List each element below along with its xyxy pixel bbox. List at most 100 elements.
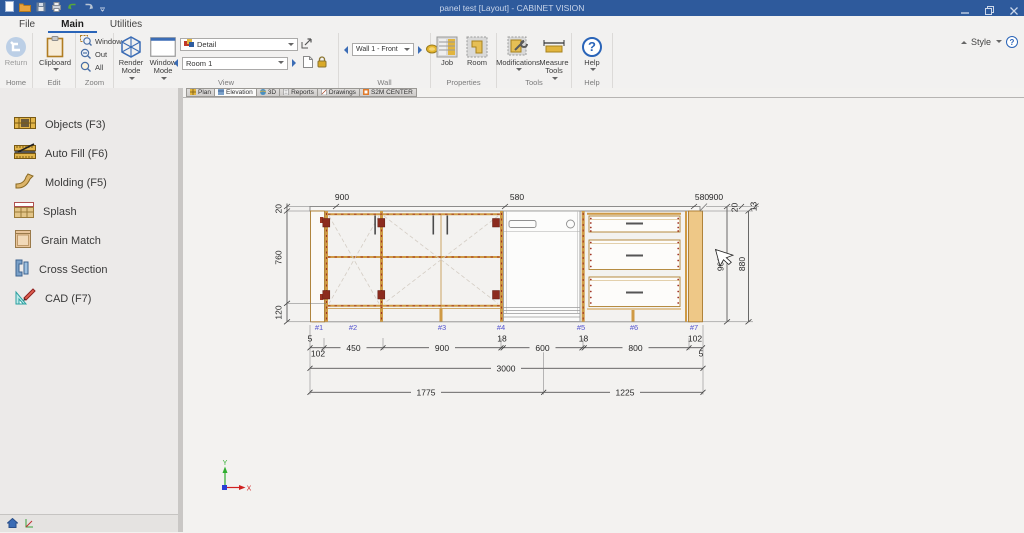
render-mode-label: Render Mode xyxy=(116,59,146,76)
style-help-icon[interactable]: ? xyxy=(1006,36,1018,48)
axes-small-icon[interactable] xyxy=(24,515,34,533)
lock-icon[interactable] xyxy=(317,56,327,70)
return-label: Return xyxy=(5,59,28,67)
dim-bottom: 900 xyxy=(435,343,449,353)
zoom-window-icon xyxy=(80,35,92,48)
return-button[interactable]: Return xyxy=(2,35,30,67)
dim-total: 3000 xyxy=(497,364,516,374)
zoom-out-button[interactable]: Out xyxy=(80,48,107,60)
room-prev-button[interactable] xyxy=(174,59,178,67)
drawing-canvas[interactable]: Plan Elevation 3D Reports Drawings S2M C… xyxy=(183,88,1024,532)
door-swing-marks xyxy=(329,216,498,304)
new-view-page-icon[interactable] xyxy=(303,56,313,70)
clipboard-icon xyxy=(46,35,64,59)
room-combo-value: Room 1 xyxy=(186,59,212,68)
wall-next-button[interactable] xyxy=(418,46,422,54)
room-combo-caret-icon xyxy=(278,61,284,67)
wall-combo-caret-icon xyxy=(404,48,410,54)
sidebar-item-splash[interactable]: Splash xyxy=(0,197,178,226)
modifications-caret-icon xyxy=(516,68,522,74)
three-d-tab-icon xyxy=(260,89,266,97)
dim-bottom: 18 xyxy=(579,334,589,344)
hinges xyxy=(323,219,500,300)
clipboard-button[interactable]: Clipboard xyxy=(38,35,72,73)
group-label-home: Home xyxy=(0,78,32,87)
item-label: #7 xyxy=(690,323,698,332)
ribbon-group-home: Return Home xyxy=(0,33,33,88)
help-icon: ? xyxy=(582,37,602,57)
sidebar-item-molding[interactable]: Molding (F5) xyxy=(0,168,178,197)
dim-bottom: 102 xyxy=(311,349,325,359)
wall-prev-button[interactable] xyxy=(344,46,348,54)
ribbon-tab-file[interactable]: File xyxy=(6,17,48,33)
window-mode-icon xyxy=(150,35,176,59)
objects-icon xyxy=(14,115,36,134)
view-tab-plan[interactable]: Plan xyxy=(186,88,215,97)
style-label[interactable]: Style xyxy=(971,37,991,47)
modifications-button[interactable]: Modifications xyxy=(498,35,538,73)
ribbon-group-zoom: Window Out All Zoom xyxy=(76,33,114,88)
elevation-drawing[interactable]: #1 #2 #3 #4 #5 #6 #7 xyxy=(183,97,1024,532)
detail-combobox[interactable]: Detail xyxy=(180,38,298,51)
zoom-out-label: Out xyxy=(95,50,107,59)
door-handles xyxy=(374,216,448,235)
sidebar-item-label: Grain Match xyxy=(41,235,101,247)
home-icon[interactable] xyxy=(7,515,18,533)
group-label-zoom: Zoom xyxy=(76,78,113,87)
item-label: #3 xyxy=(438,323,446,332)
style-caret-icon[interactable] xyxy=(996,40,1002,46)
room-button[interactable]: Room xyxy=(462,35,492,67)
view-tab-s2m-center[interactable]: S2M CENTER xyxy=(360,88,417,97)
item-label: #1 xyxy=(315,323,323,332)
help-button[interactable]: ? Help xyxy=(577,35,607,73)
sidebar-item-grain-match[interactable]: Grain Match xyxy=(0,226,178,255)
dim-bottom: 102 xyxy=(688,334,702,344)
sidebar-item-cad[interactable]: CAD (F7) xyxy=(0,284,178,313)
zoom-all-button[interactable]: All xyxy=(80,61,103,73)
dim-bottom: 450 xyxy=(346,343,360,353)
plan-tab-icon xyxy=(190,89,196,97)
dim-top: 580 xyxy=(695,192,709,202)
room-next-button[interactable] xyxy=(292,59,296,67)
ribbon-tab-main[interactable]: Main xyxy=(48,17,97,33)
drawer-bank xyxy=(587,216,681,309)
ribbon-group-view: Render Mode Window Mode Detail xyxy=(114,33,339,88)
render-mode-icon xyxy=(119,35,143,59)
dim-bottom3: 1225 xyxy=(616,387,635,397)
dim-bottom: 5 xyxy=(699,349,704,359)
clipboard-label: Clipboard xyxy=(39,59,71,67)
return-icon xyxy=(5,35,27,59)
view-tab-drawings[interactable]: Drawings xyxy=(318,88,360,97)
modifications-label: Modifications xyxy=(496,59,540,67)
job-button[interactable]: Job xyxy=(434,35,460,67)
ribbon-tab-utilities[interactable]: Utilities xyxy=(97,17,155,33)
measure-tools-button[interactable]: Measure Tools xyxy=(538,35,570,82)
view-tab-elevation[interactable]: Elevation xyxy=(215,88,257,97)
help-caret-icon xyxy=(590,68,596,74)
dim-top: 900 xyxy=(709,192,723,202)
zoom-all-icon xyxy=(80,61,92,74)
render-mode-button[interactable]: Render Mode xyxy=(116,35,146,82)
sidebar-item-objects[interactable]: Objects (F3) xyxy=(0,110,178,139)
countertop xyxy=(310,207,700,212)
modifications-icon xyxy=(507,35,529,59)
collapse-ribbon-icon[interactable] xyxy=(961,38,967,44)
room-combobox[interactable]: Room 1 xyxy=(182,57,288,70)
sidebar-item-cross-section[interactable]: Cross Section xyxy=(0,255,178,284)
left-end-panel xyxy=(311,211,325,322)
view-tab-reports[interactable]: Reports xyxy=(280,88,318,97)
view-tab-label: Plan xyxy=(198,89,211,96)
detail-combo-icon xyxy=(184,39,194,50)
view-tab-3d[interactable]: 3D xyxy=(257,88,280,97)
dim-bottom: 5 xyxy=(308,334,313,344)
item-label: #4 xyxy=(497,323,505,332)
group-label-properties: Properties xyxy=(431,78,496,87)
wall-combobox[interactable]: Wall 1 - Front xyxy=(352,43,414,56)
popout-view-icon[interactable] xyxy=(301,38,313,51)
sidebar-item-auto-fill[interactable]: Auto Fill (F6) xyxy=(0,139,178,168)
sidebar-item-label: Cross Section xyxy=(39,264,107,276)
zoom-out-icon xyxy=(80,48,92,61)
right-end-panel xyxy=(689,211,703,322)
detail-combo-value: Detail xyxy=(197,40,216,49)
reports-tab-icon xyxy=(283,89,289,97)
